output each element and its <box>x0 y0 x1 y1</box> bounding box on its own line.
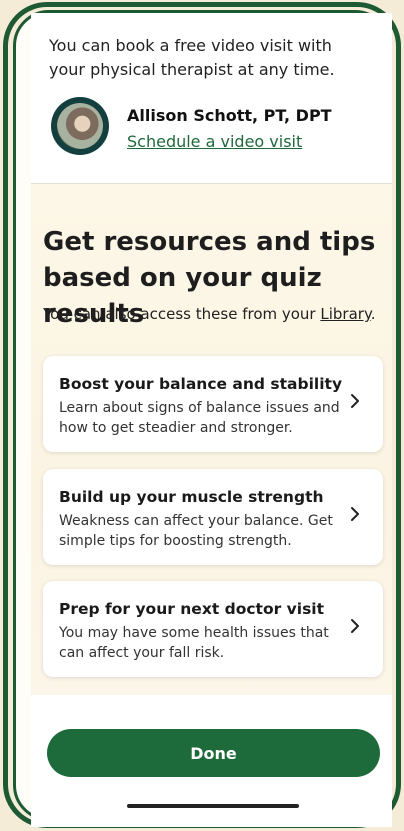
tip-card-title: Boost your balance and stability <box>59 375 343 393</box>
therapist-avatar <box>51 97 109 155</box>
tip-card-description: Weakness can affect your balance. Get si… <box>59 513 333 549</box>
video-visit-card: You can book a free video visit with you… <box>31 13 392 183</box>
tip-card-balance[interactable]: Boost your balance and stability Learn a… <box>43 356 383 452</box>
tip-card-title: Build up your muscle strength <box>59 488 324 506</box>
bottom-action-bar: Done <box>31 695 392 827</box>
therapist-name: Allison Schott, PT, DPT <box>127 106 332 125</box>
resources-subtext-suffix: . <box>370 305 376 323</box>
screen: You can book a free video visit with you… <box>31 13 398 827</box>
resources-subtext-prefix: You can also access these from your <box>43 305 321 323</box>
home-indicator <box>127 804 299 808</box>
tip-card-muscle-strength[interactable]: Build up your muscle strength Weakness c… <box>43 469 383 565</box>
library-link[interactable]: Library <box>320 305 370 323</box>
tip-card-title: Prep for your next doctor visit <box>59 600 325 618</box>
resources-subtext: You can also access these from your Libr… <box>43 303 393 325</box>
chevron-right-icon <box>351 619 359 633</box>
chevron-right-icon <box>351 394 359 408</box>
done-button[interactable]: Done <box>47 729 380 777</box>
chevron-right-icon <box>351 507 359 521</box>
therapist-photo <box>57 103 103 149</box>
tip-card-doctor-visit[interactable]: Prep for your next doctor visit You may … <box>43 581 383 677</box>
tip-card-description: Learn about signs of balance issues and … <box>59 400 340 436</box>
schedule-video-visit-link[interactable]: Schedule a video visit <box>127 132 302 151</box>
tip-card-description: You may have some health issues that can… <box>59 625 329 661</box>
video-visit-intro-text: You can book a free video visit with you… <box>49 36 335 79</box>
